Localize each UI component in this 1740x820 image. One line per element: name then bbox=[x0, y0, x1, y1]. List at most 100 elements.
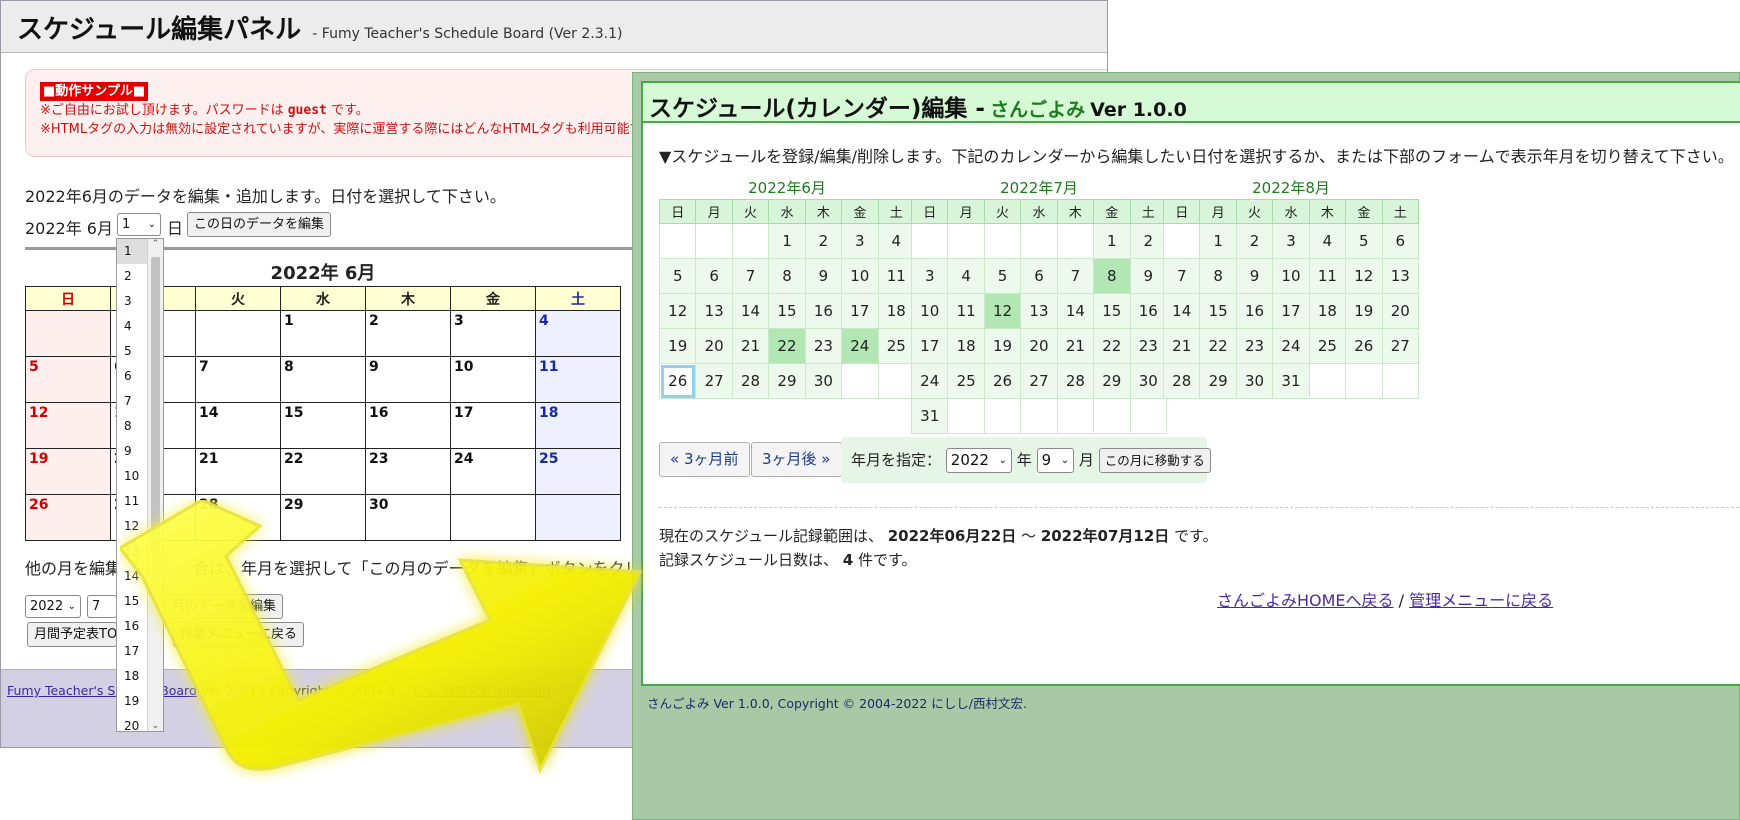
calendar-day-cell[interactable]: 23 bbox=[365, 448, 451, 495]
calendar-day-cell[interactable]: 10 bbox=[1272, 258, 1310, 294]
calendar-day-cell[interactable]: 23 bbox=[804, 328, 843, 364]
calendar-day-cell[interactable]: 25 bbox=[535, 448, 621, 495]
calendar-day-cell[interactable]: 30 bbox=[365, 494, 451, 541]
calendar-day-cell[interactable]: 11 bbox=[1308, 258, 1347, 294]
calendar-day-cell[interactable]: 24 bbox=[1272, 328, 1310, 364]
calendar-day-cell[interactable]: 9 bbox=[804, 258, 843, 294]
calendar-day-cell[interactable]: 9 bbox=[365, 356, 451, 403]
calendar-day-cell[interactable]: 23 bbox=[1129, 328, 1168, 364]
calendar-day-cell[interactable]: 2 bbox=[365, 310, 451, 357]
calendar-day-cell[interactable]: 30 bbox=[804, 363, 843, 399]
calendar-day-cell[interactable]: 5 bbox=[983, 258, 1022, 294]
calendar-day-cell[interactable]: 3 bbox=[1272, 223, 1310, 259]
calendar-day-cell[interactable]: 17 bbox=[841, 293, 879, 329]
calendar-day-cell[interactable]: 24 bbox=[910, 363, 949, 399]
calendar-day-cell[interactable]: 20 bbox=[1020, 328, 1058, 364]
calendar-day-cell[interactable]: 27 bbox=[1020, 363, 1058, 399]
calendar-day-cell[interactable]: 10 bbox=[450, 356, 536, 403]
footer-app-link-b[interactable]: Board bbox=[160, 683, 197, 698]
calendar-day-cell[interactable]: 17 bbox=[910, 328, 949, 364]
calendar-day-cell[interactable]: 28 bbox=[731, 363, 770, 399]
calendar-day-cell[interactable]: 21 bbox=[731, 328, 770, 364]
calendar-day-cell[interactable]: 26 bbox=[983, 363, 1022, 399]
calendar-day-cell[interactable]: 6 bbox=[695, 258, 733, 294]
calendar-day-cell[interactable]: 7 bbox=[1056, 258, 1095, 294]
calendar-day-cell[interactable]: 29 bbox=[280, 494, 366, 541]
day-dropdown-list[interactable]: 1 2 3 4 5 6 7 8 9 10 11 12 13 14 15 16 17 18 19 20 ⌃ ⌄ bbox=[116, 238, 164, 732]
calendar-day-cell[interactable]: 28 bbox=[195, 494, 281, 541]
calendar-day-cell[interactable]: 15 bbox=[768, 293, 806, 329]
calendar-day-cell[interactable]: 16 bbox=[1235, 293, 1274, 329]
calendar-day-cell[interactable]: 15 bbox=[280, 402, 366, 449]
calendar-day-cell[interactable]: 7 bbox=[195, 356, 281, 403]
calendar-day-cell[interactable]: 18 bbox=[535, 402, 621, 449]
next-3-months-button[interactable]: 3ヶ月後 » bbox=[751, 442, 842, 477]
calendar-day-cell[interactable]: 1 bbox=[768, 223, 806, 259]
calendar-day-cell[interactable]: 22 bbox=[280, 448, 366, 495]
calendar-day-cell[interactable]: 17 bbox=[1272, 293, 1310, 329]
footer-app-link[interactable]: Fumy Teacher's Sc bbox=[7, 683, 122, 698]
calendar-day-cell[interactable]: 6 bbox=[1020, 258, 1058, 294]
calendar-day-cell[interactable]: 10 bbox=[910, 293, 949, 329]
calendar-day-cell[interactable]: 15 bbox=[1199, 293, 1237, 329]
calendar-day-cell[interactable]: 13 bbox=[1020, 293, 1058, 329]
calendar-day-cell[interactable]: 15 bbox=[1093, 293, 1131, 329]
calendar-day-cell[interactable]: 12 bbox=[983, 293, 1022, 329]
calendar-day-cell[interactable]: 22 bbox=[1199, 328, 1237, 364]
calendar-day-cell[interactable]: 16 bbox=[1129, 293, 1168, 329]
calendar-day-cell[interactable]: 24 bbox=[450, 448, 536, 495]
calendar-day-cell[interactable]: 4 bbox=[877, 223, 916, 259]
edit-month-button[interactable]: 月のデータを編集 bbox=[165, 594, 284, 619]
calendar-day-cell[interactable]: 4 bbox=[535, 310, 621, 357]
calendar-day-cell[interactable]: 3 bbox=[910, 258, 949, 294]
back-year-select[interactable]: 2022 ⌄ bbox=[25, 595, 81, 618]
calendar-day-cell[interactable]: 22 bbox=[1093, 328, 1131, 364]
calendar-day-cell[interactable]: 7 bbox=[1162, 258, 1201, 294]
calendar-day-cell[interactable]: 25 bbox=[947, 363, 985, 399]
calendar-day-cell[interactable]: 20 bbox=[695, 328, 733, 364]
calendar-day-cell[interactable]: 18 bbox=[947, 328, 985, 364]
calendar-day-cell[interactable]: 2 bbox=[1129, 223, 1168, 259]
calendar-day-cell[interactable]: 6 bbox=[1381, 223, 1420, 259]
calendar-day-cell[interactable]: 29 bbox=[768, 363, 806, 399]
dropdown-scrollbar[interactable]: ⌃ ⌄ bbox=[147, 239, 163, 731]
calendar-day-cell[interactable]: 28 bbox=[1162, 363, 1201, 399]
edit-day-button[interactable]: この日のデータを編集 bbox=[187, 212, 332, 237]
calendar-day-cell[interactable]: 27 bbox=[1381, 328, 1420, 364]
calendar-day-cell[interactable]: 27 bbox=[695, 363, 733, 399]
day-select[interactable]: 1 ⌄ bbox=[117, 213, 161, 236]
back-to-menu-button[interactable]: 作業メニューに戻る bbox=[173, 622, 305, 647]
calendar-day-cell[interactable]: 4 bbox=[947, 258, 985, 294]
calendar-day-cell[interactable]: 19 bbox=[25, 448, 111, 495]
month-select[interactable]: 9 ⌄ bbox=[1036, 448, 1075, 473]
calendar-day-cell[interactable]: 9 bbox=[1235, 258, 1274, 294]
calendar-day-cell[interactable]: 13 bbox=[695, 293, 733, 329]
calendar-day-cell[interactable]: 30 bbox=[1129, 363, 1168, 399]
calendar-day-cell[interactable]: 21 bbox=[195, 448, 281, 495]
calendar-day-cell[interactable]: 1 bbox=[1093, 223, 1131, 259]
scroll-up-icon[interactable]: ⌃ bbox=[148, 239, 163, 249]
calendar-day-cell[interactable]: 4 bbox=[1308, 223, 1347, 259]
home-link[interactable]: さんごよみHOMEへ戻る bbox=[1217, 591, 1394, 610]
calendar-day-cell[interactable]: 26 bbox=[25, 494, 111, 541]
monthly-schedule-button[interactable]: 月間予定表TO bbox=[27, 622, 117, 647]
calendar-day-cell[interactable]: 26 bbox=[1345, 328, 1383, 364]
calendar-day-cell[interactable]: 31 bbox=[910, 398, 949, 434]
calendar-day-cell[interactable]: 25 bbox=[877, 328, 916, 364]
calendar-day-cell[interactable]: 21 bbox=[1162, 328, 1201, 364]
calendar-day-cell[interactable]: 13 bbox=[1381, 258, 1420, 294]
calendar-day-cell[interactable]: 21 bbox=[1056, 328, 1095, 364]
calendar-day-cell[interactable]: 12 bbox=[25, 402, 111, 449]
calendar-day-cell[interactable]: 1 bbox=[1199, 223, 1237, 259]
calendar-day-cell[interactable]: 17 bbox=[450, 402, 536, 449]
calendar-day-cell[interactable]: 9 bbox=[1129, 258, 1168, 294]
calendar-day-cell[interactable]: 14 bbox=[731, 293, 770, 329]
footer-author-link[interactable]: にし/西村文宏(Nishishi) bbox=[413, 683, 551, 698]
calendar-day-cell[interactable]: 31 bbox=[1272, 363, 1310, 399]
prev-3-months-button[interactable]: « 3ヶ月前 bbox=[659, 442, 750, 477]
calendar-day-cell[interactable]: 1 bbox=[280, 310, 366, 357]
calendar-day-cell[interactable]: 14 bbox=[1056, 293, 1095, 329]
calendar-day-cell[interactable]: 24 bbox=[841, 328, 879, 364]
calendar-day-cell[interactable]: 14 bbox=[195, 402, 281, 449]
calendar-day-cell[interactable]: 18 bbox=[1308, 293, 1347, 329]
